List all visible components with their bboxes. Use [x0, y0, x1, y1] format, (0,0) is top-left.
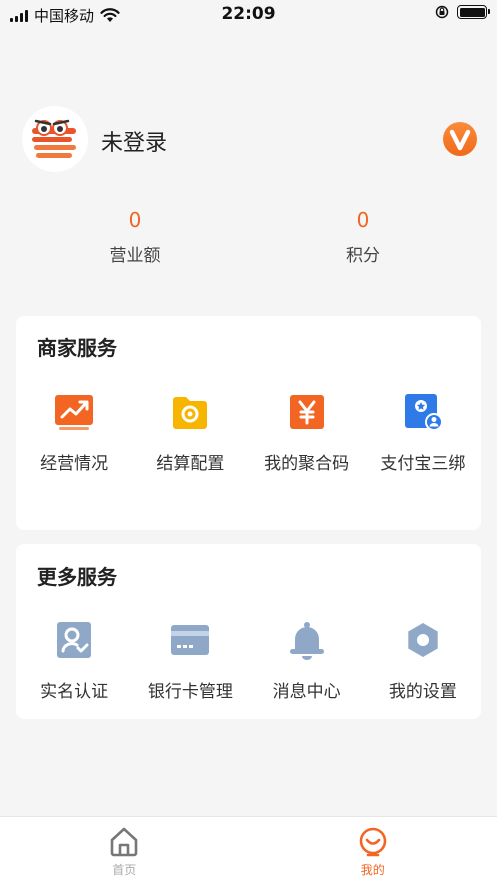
stat-label: 积分 [346, 246, 380, 266]
trend-chart-icon [54, 392, 94, 432]
more-services-grid: 实名认证 银行卡管理 消息中心 我的设置 [16, 620, 481, 702]
stat-revenue[interactable]: 0 营业额 [60, 208, 210, 266]
id-verify-icon [54, 620, 94, 660]
home-icon [107, 825, 141, 859]
service-label: 银行卡管理 [147, 682, 233, 702]
service-label: 经营情况 [40, 454, 109, 474]
mascot-avatar-icon [32, 119, 76, 158]
service-business-overview[interactable]: 经营情况 [16, 392, 132, 474]
battery-icon [457, 5, 490, 19]
card-title: 商家服务 [37, 336, 117, 360]
yuan-code-icon [287, 392, 327, 432]
status-right [435, 5, 490, 19]
service-label: 支付宝三绑 [380, 454, 466, 474]
tab-label: 我的 [360, 863, 385, 877]
tab-home[interactable]: 首页 [0, 817, 249, 883]
bank-card-icon [170, 620, 210, 660]
status-time: 22:09 [221, 4, 276, 24]
stat-label: 营业额 [109, 246, 161, 266]
service-label: 消息中心 [272, 682, 341, 702]
profile-header[interactable]: 未登录 [22, 106, 477, 172]
folder-settings-icon [170, 392, 210, 432]
alipay-bind-icon [403, 392, 443, 432]
service-aggregate-code[interactable]: 我的聚合码 [249, 392, 365, 474]
stat-value: 0 [356, 208, 370, 232]
vip-badge-icon[interactable] [443, 122, 477, 156]
service-real-name-auth[interactable]: 实名认证 [16, 620, 132, 702]
service-bank-card[interactable]: 银行卡管理 [132, 620, 248, 702]
tab-label: 首页 [112, 863, 137, 877]
stat-points[interactable]: 0 积分 [288, 208, 438, 266]
stat-value: 0 [128, 208, 142, 232]
service-label: 我的聚合码 [264, 454, 350, 474]
service-alipay-bind[interactable]: 支付宝三绑 [365, 392, 481, 474]
card-title: 更多服务 [37, 565, 117, 589]
service-label: 实名认证 [40, 682, 109, 702]
tab-mine[interactable]: 我的 [249, 817, 497, 883]
more-services-card: 更多服务 实名认证 银行卡管理 消息中心 我的设置 [16, 544, 481, 719]
bell-icon [287, 620, 327, 660]
service-message-center[interactable]: 消息中心 [249, 620, 365, 702]
orientation-lock-icon [435, 5, 449, 19]
mine-icon [356, 825, 390, 859]
merchant-services-card: 商家服务 经营情况 结算配置 我的聚合码 支付宝三绑 [16, 316, 481, 530]
service-label: 结算配置 [156, 454, 225, 474]
service-settlement-config[interactable]: 结算配置 [132, 392, 248, 474]
service-my-settings[interactable]: 我的设置 [365, 620, 481, 702]
username[interactable]: 未登录 [101, 125, 167, 157]
merchant-services-grid: 经营情况 结算配置 我的聚合码 支付宝三绑 [16, 392, 481, 474]
status-bar: 中国移动 22:09 [0, 0, 497, 30]
avatar[interactable] [22, 106, 88, 172]
service-label: 我的设置 [388, 682, 457, 702]
stats-row: 0 营业额 0 积分 [0, 208, 497, 268]
tab-bar: 首页 我的 [0, 816, 497, 883]
gear-icon [403, 620, 443, 660]
